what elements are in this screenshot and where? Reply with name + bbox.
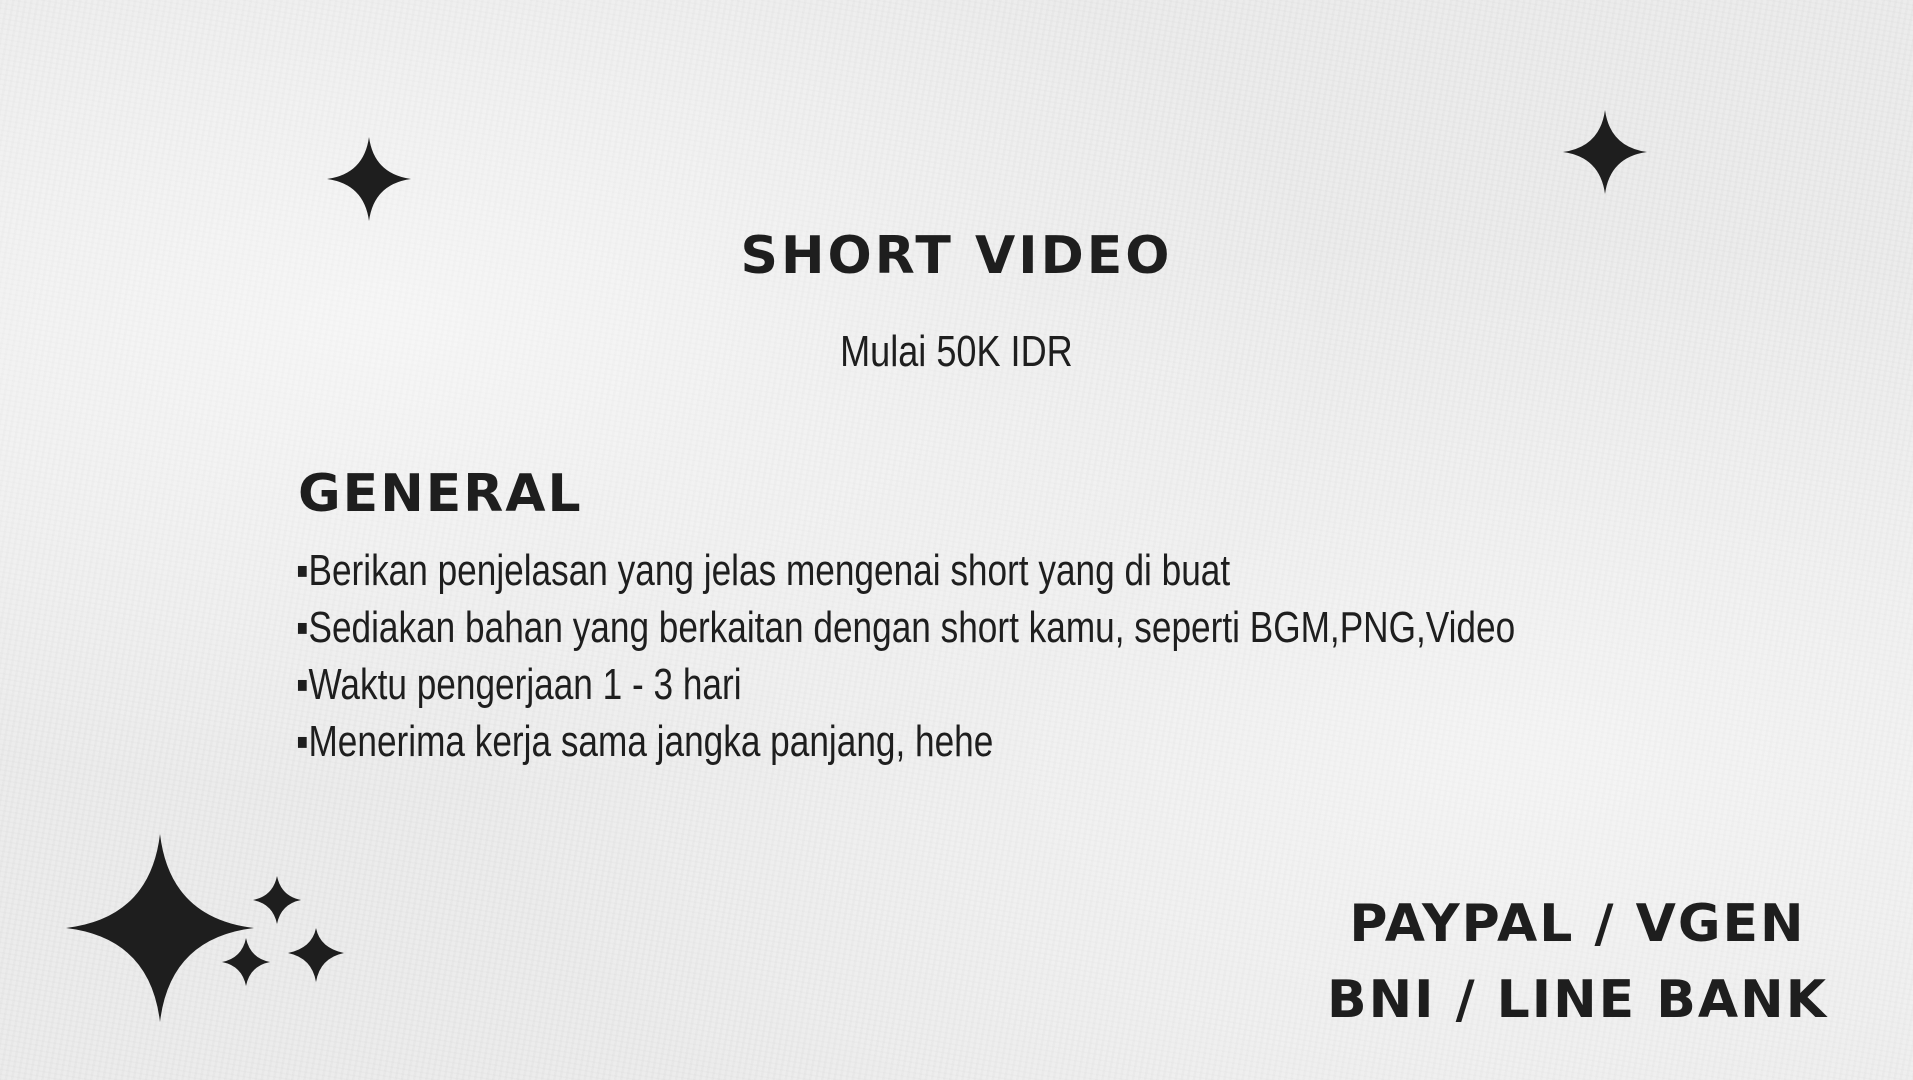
four-point-star-icon <box>1563 110 1647 194</box>
small-star-icon <box>253 876 301 924</box>
page-title: SHORT VIDEO <box>740 226 1173 286</box>
list-item: ▪Menerima kerja sama jangka panjang, heh… <box>296 717 994 766</box>
list-item: ▪Waktu pengerjaan 1 - 3 hari <box>296 660 742 709</box>
sparkles-icon <box>66 834 344 1022</box>
general-heading: GENERAL <box>298 464 583 524</box>
payment-line: PAYPAL / VGEN <box>1349 894 1806 954</box>
price-text: Mulai 50K IDR <box>840 327 1073 376</box>
general-list: ▪Berikan penjelasan yang jelas mengenai … <box>296 542 1515 770</box>
list-item: ▪Berikan penjelasan yang jelas mengenai … <box>296 546 1231 595</box>
four-point-star-icon <box>327 137 411 221</box>
payment-methods: PAYPAL / VGEN BNI / LINE BANK <box>1327 886 1828 1038</box>
large-star-icon <box>66 834 254 1022</box>
payment-line: BNI / LINE BANK <box>1326 970 1828 1030</box>
list-item: ▪Sediakan bahan yang berkaitan dengan sh… <box>296 603 1516 652</box>
small-star-icon <box>222 938 270 986</box>
small-star-icon <box>288 928 344 982</box>
